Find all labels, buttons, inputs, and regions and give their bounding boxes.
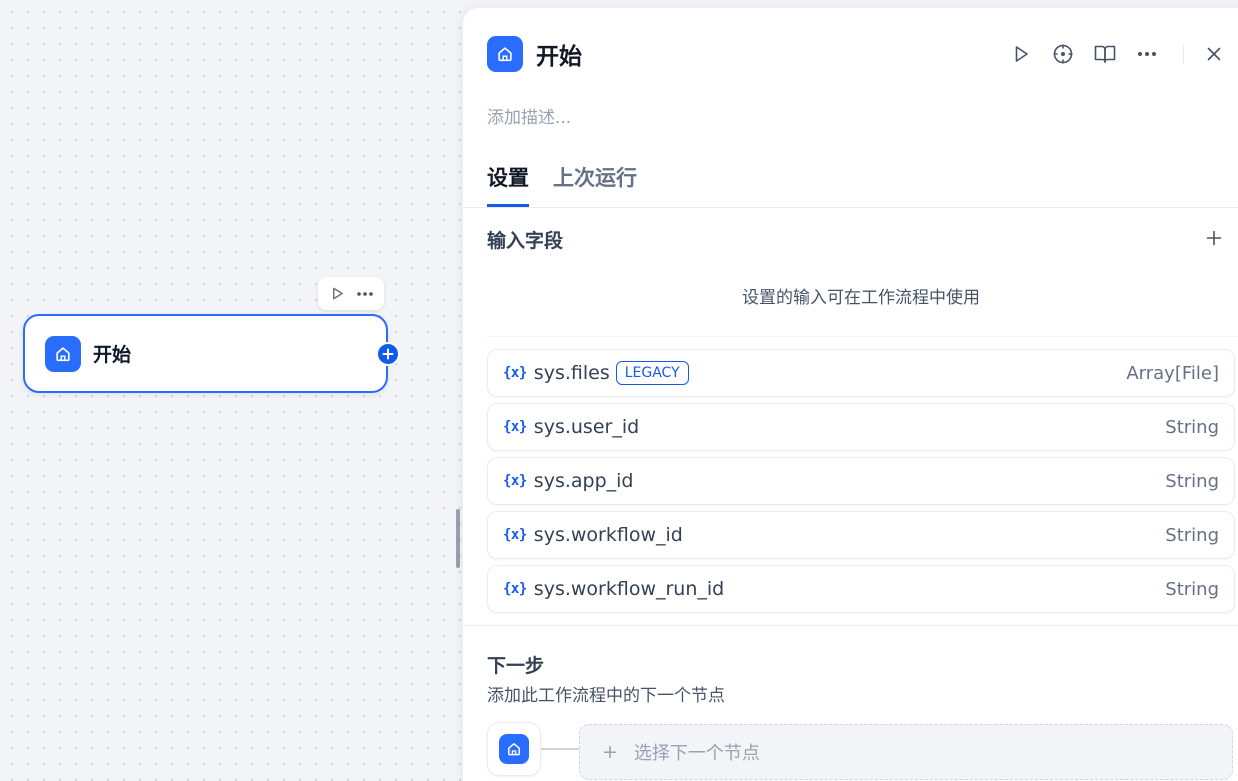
locate-icon[interactable] bbox=[1051, 42, 1075, 66]
legacy-badge: LEGACY bbox=[615, 361, 689, 385]
play-icon[interactable] bbox=[1009, 42, 1033, 66]
tab-settings[interactable]: 设置 bbox=[487, 162, 529, 207]
book-icon[interactable] bbox=[1093, 42, 1117, 66]
variable-icon: {x} bbox=[503, 473, 527, 489]
more-icon[interactable] bbox=[354, 283, 376, 305]
home-icon bbox=[487, 36, 523, 72]
section-divider bbox=[463, 625, 1238, 626]
variable-icon: {x} bbox=[503, 419, 527, 435]
panel-header: 开始 bbox=[487, 36, 1238, 72]
node-title: 开始 bbox=[93, 344, 132, 366]
next-step-description: 添加此工作流程中的下一个节点 bbox=[487, 686, 725, 706]
more-icon[interactable] bbox=[1135, 42, 1159, 66]
node-connector bbox=[541, 745, 581, 753]
input-fields-hint: 设置的输入可在工作流程中使用 bbox=[742, 288, 980, 308]
variable-icon: {x} bbox=[503, 581, 527, 597]
input-fields-title: 输入字段 bbox=[487, 230, 564, 252]
variable-type: String bbox=[1165, 524, 1219, 546]
add-next-node-handle[interactable] bbox=[376, 342, 400, 366]
variable-type: String bbox=[1165, 578, 1219, 600]
header-divider bbox=[1183, 44, 1184, 64]
node-toolbar bbox=[318, 277, 384, 310]
section-divider bbox=[487, 336, 1238, 337]
variable-name: sys.workflow_run_id bbox=[533, 578, 725, 600]
panel-title[interactable]: 开始 bbox=[536, 37, 582, 71]
variable-row[interactable]: {x} sys.user_id String bbox=[487, 403, 1235, 451]
variable-icon: {x} bbox=[503, 527, 527, 543]
close-icon[interactable] bbox=[1202, 42, 1226, 66]
select-next-node-label: 选择下一个节点 bbox=[633, 743, 760, 764]
add-input-field-button[interactable] bbox=[1202, 226, 1226, 250]
variable-name: sys.files bbox=[533, 362, 610, 384]
variable-row[interactable]: {x} sys.workflow_id String bbox=[487, 511, 1235, 559]
description-input[interactable]: 添加描述... bbox=[487, 103, 571, 128]
variable-icon: {x} bbox=[503, 365, 527, 381]
variable-name: sys.workflow_id bbox=[533, 524, 683, 546]
current-node-thumbnail bbox=[487, 722, 541, 776]
variable-row[interactable]: {x} sys.app_id String bbox=[487, 457, 1235, 505]
header-actions bbox=[991, 36, 1226, 72]
next-step-title: 下一步 bbox=[487, 655, 545, 677]
variable-row[interactable]: {x} sys.files LEGACY Array[File] bbox=[487, 349, 1235, 397]
node-settings-panel: 开始 添加描述... 设置 上次运行 输入字段 设置的输入可在工作流程中使用 {… bbox=[462, 7, 1238, 781]
plus-icon: + bbox=[602, 741, 618, 763]
panel-resize-handle[interactable] bbox=[456, 509, 460, 568]
variable-row[interactable]: {x} sys.workflow_run_id String bbox=[487, 565, 1235, 613]
panel-tabs: 设置 上次运行 bbox=[463, 158, 1238, 208]
select-next-node-button[interactable]: + 选择下一个节点 bbox=[579, 724, 1233, 780]
variable-type: String bbox=[1165, 470, 1219, 492]
start-node[interactable]: 开始 bbox=[23, 314, 400, 393]
play-icon[interactable] bbox=[327, 283, 349, 305]
home-icon bbox=[45, 335, 81, 372]
variable-type: String bbox=[1165, 416, 1219, 438]
variable-name: sys.user_id bbox=[533, 416, 640, 438]
tab-last-run[interactable]: 上次运行 bbox=[553, 162, 637, 204]
home-icon bbox=[499, 734, 529, 764]
variable-type: Array[File] bbox=[1126, 362, 1219, 384]
variable-name: sys.app_id bbox=[533, 470, 634, 492]
variable-list: {x} sys.files LEGACY Array[File] {x} sys… bbox=[487, 349, 1235, 619]
